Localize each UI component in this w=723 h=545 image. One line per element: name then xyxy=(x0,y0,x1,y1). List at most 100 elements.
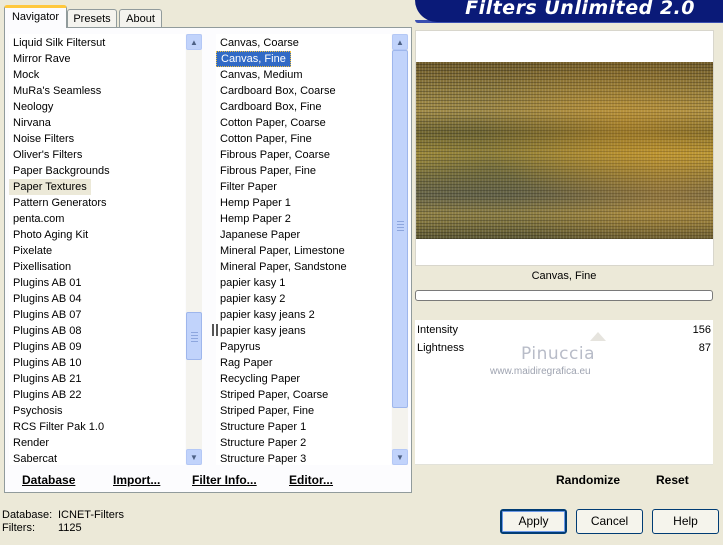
tab-about[interactable]: About xyxy=(119,9,162,27)
list-item[interactable]: Plugins AB 07 xyxy=(9,307,86,323)
list-item[interactable]: Canvas, Fine xyxy=(216,51,291,67)
status-database-value: ICNET-Filters xyxy=(58,509,124,521)
list-item[interactable]: Canvas, Coarse xyxy=(216,35,303,51)
list-item[interactable]: papier kasy jeans 2 xyxy=(216,307,319,323)
progress-bar xyxy=(415,290,713,301)
database-link[interactable]: Database xyxy=(22,473,75,487)
list-item[interactable]: Neology xyxy=(9,99,57,115)
list-item[interactable]: Hemp Paper 1 xyxy=(216,195,295,211)
tab-navigator[interactable]: Navigator xyxy=(4,5,67,28)
list-item[interactable]: Structure Paper 3 xyxy=(216,451,310,465)
list-item[interactable]: Plugins AB 10 xyxy=(9,355,86,371)
param-row-empty xyxy=(415,430,713,449)
list-item[interactable]: Psychosis xyxy=(9,403,67,419)
list-item[interactable]: MuRa's Seamless xyxy=(9,83,105,99)
cancel-button[interactable]: Cancel xyxy=(576,509,643,534)
status-database: Database: ICNET-Filters xyxy=(2,509,124,521)
status-filters-value: 1125 xyxy=(58,522,82,534)
reset-link[interactable]: Reset xyxy=(656,473,689,487)
list-item[interactable]: Render xyxy=(9,435,53,451)
list-item[interactable]: penta.com xyxy=(9,211,68,227)
param-row-empty xyxy=(415,412,713,431)
list-item[interactable]: RCS Filter Pak 1.0 xyxy=(9,419,108,435)
scroll-down-icon[interactable]: ▼ xyxy=(186,449,202,465)
param-row-intensity[interactable]: Intensity 156 xyxy=(415,322,713,341)
list-item[interactable]: Noise Filters xyxy=(9,131,78,147)
list-item[interactable]: Cardboard Box, Fine xyxy=(216,99,326,115)
list-item[interactable]: Sabercat xyxy=(9,451,61,465)
preview-filter-name: Canvas, Fine xyxy=(531,270,597,282)
param-value: 156 xyxy=(692,324,711,336)
list-item[interactable]: Structure Paper 2 xyxy=(216,435,310,451)
scroll-up-icon[interactable]: ▲ xyxy=(186,34,202,50)
help-button[interactable]: Help xyxy=(652,509,719,534)
list-item[interactable]: Plugins AB 22 xyxy=(9,387,86,403)
list-item[interactable]: Mineral Paper, Sandstone xyxy=(216,259,351,275)
param-value: 87 xyxy=(698,342,711,354)
preview-image xyxy=(416,62,713,239)
list-item[interactable]: Striped Paper, Fine xyxy=(216,403,318,419)
scroll-down-icon[interactable]: ▼ xyxy=(392,449,408,465)
list-item[interactable]: Plugins AB 09 xyxy=(9,339,86,355)
filter-list[interactable]: Canvas, Coarse Canvas, Fine Canvas, Medium… xyxy=(216,34,391,465)
list-item[interactable]: Mock xyxy=(9,67,43,83)
watermark-site: www.maidiregrafica.eu xyxy=(490,366,591,377)
list-item[interactable]: Cotton Paper, Fine xyxy=(216,131,316,147)
list-item[interactable]: Recycling Paper xyxy=(216,371,304,387)
param-row-empty xyxy=(415,394,713,413)
list-item[interactable]: Pixelate xyxy=(9,243,56,259)
list-item[interactable]: Cardboard Box, Coarse xyxy=(216,83,340,99)
param-label: Lightness xyxy=(417,342,465,354)
randomize-link[interactable]: Randomize xyxy=(556,473,620,487)
status-filters: Filters: 1125 xyxy=(2,522,82,534)
list-item[interactable]: Canvas, Medium xyxy=(216,67,307,83)
list-item[interactable]: Paper Backgrounds xyxy=(9,163,114,179)
app-title: Filters Unlimited 2.0 xyxy=(465,0,695,19)
list-item[interactable]: Liquid Silk Filtersut xyxy=(9,35,109,51)
list-item[interactable]: papier kasy 1 xyxy=(216,275,289,291)
list-item[interactable]: papier kasy 2 xyxy=(216,291,289,307)
status-database-label: Database: xyxy=(2,509,53,521)
filter-scrollbar[interactable]: ▲ ▼ xyxy=(392,34,408,465)
tab-presets[interactable]: Presets xyxy=(67,9,117,27)
filter-scroll-thumb[interactable] xyxy=(392,50,408,408)
list-item[interactable]: Nirvana xyxy=(9,115,55,131)
list-item[interactable]: Hemp Paper 2 xyxy=(216,211,295,227)
category-scroll-thumb[interactable] xyxy=(186,312,202,360)
list-item[interactable]: Fibrous Paper, Fine xyxy=(216,163,320,179)
list-item[interactable]: Japanese Paper xyxy=(216,227,304,243)
header-banner: Filters Unlimited 2.0 xyxy=(415,0,723,22)
editor-link[interactable]: Editor... xyxy=(289,473,333,487)
list-item[interactable]: Paper Textures xyxy=(9,179,91,195)
list-item[interactable]: Cotton Paper, Coarse xyxy=(216,115,330,131)
list-item[interactable]: Papyrus xyxy=(216,339,264,355)
list-item[interactable]: Plugins AB 08 xyxy=(9,323,86,339)
list-item[interactable]: Mineral Paper, Limestone xyxy=(216,243,349,259)
filter-info-link[interactable]: Filter Info... xyxy=(192,473,257,487)
list-item[interactable]: papier kasy jeans xyxy=(216,323,310,339)
list-item[interactable]: Filter Paper xyxy=(216,179,281,195)
splitter-grip-icon[interactable] xyxy=(212,324,218,336)
list-item[interactable]: Photo Aging Kit xyxy=(9,227,92,243)
list-item[interactable]: Pattern Generators xyxy=(9,195,111,211)
list-item[interactable]: Mirror Rave xyxy=(9,51,74,67)
list-item[interactable]: Plugins AB 01 xyxy=(9,275,86,291)
list-item[interactable]: Plugins AB 04 xyxy=(9,291,86,307)
list-item[interactable]: Striped Paper, Coarse xyxy=(216,387,332,403)
apply-button[interactable]: Apply xyxy=(500,509,567,534)
list-item[interactable]: Plugins AB 21 xyxy=(9,371,86,387)
list-item[interactable]: Fibrous Paper, Coarse xyxy=(216,147,334,163)
list-item[interactable]: Oliver's Filters xyxy=(9,147,86,163)
category-scrollbar[interactable]: ▲ ▼ xyxy=(186,34,202,465)
import-link[interactable]: Import... xyxy=(113,473,160,487)
category-list[interactable]: Liquid Silk Filtersut Mirror Rave Mock MuRa… xyxy=(9,34,185,465)
list-item[interactable]: Rag Paper xyxy=(216,355,277,371)
list-item[interactable]: Structure Paper 1 xyxy=(216,419,310,435)
scroll-up-icon[interactable]: ▲ xyxy=(392,34,408,50)
watermark-name: Pinuccia xyxy=(521,344,595,364)
list-item[interactable]: Pixellisation xyxy=(9,259,75,275)
param-label: Intensity xyxy=(417,324,458,336)
param-row-empty xyxy=(415,376,713,395)
param-row-empty xyxy=(415,448,713,465)
watermark-triangle-icon xyxy=(590,332,606,341)
